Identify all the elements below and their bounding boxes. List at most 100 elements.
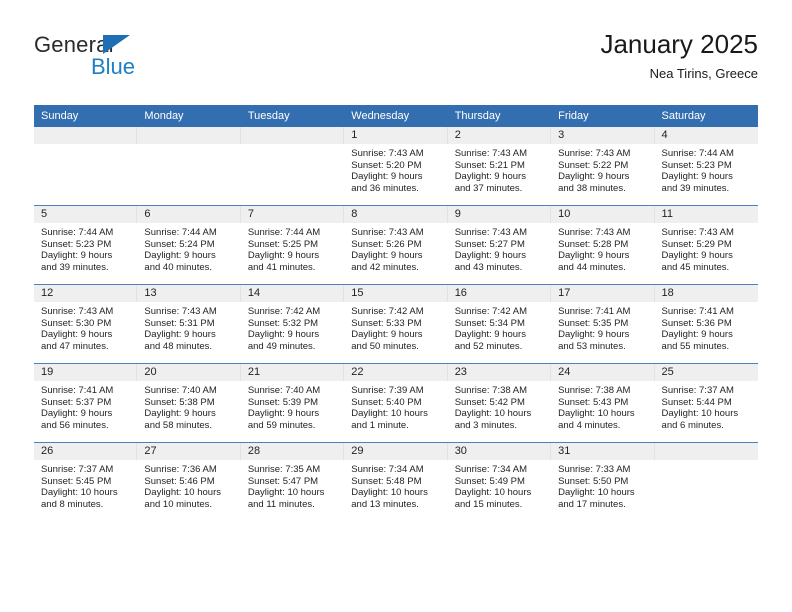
daylight-duration-line2: and 47 minutes. <box>41 340 109 352</box>
calendar-day-cell[interactable]: 25 Sunrise: 7:37 AM Sunset: 5:44 PM Dayligh… <box>654 363 758 443</box>
daylight-duration-line2: and 40 minutes. <box>144 261 213 273</box>
calendar-day-cell[interactable]: 9 Sunrise: 7:43 AM Sunset: 5:27 PM Daylight… <box>447 205 552 285</box>
daylight-duration-line2: and 39 minutes. <box>661 182 730 194</box>
sunset-time: Sunset: 5:29 PM <box>661 238 732 250</box>
sunrise-time: Sunrise: 7:43 AM <box>454 227 528 238</box>
calendar-page: General Blue January 2025 Nea Tirins, Gr… <box>0 0 792 612</box>
daylight-duration-line2: and 59 minutes. <box>247 419 316 431</box>
daylight-duration-line2: and 42 minutes. <box>351 261 419 273</box>
weekday-header-monday: Monday <box>137 105 241 127</box>
calendar-day-cell[interactable]: 11 Sunrise: 7:43 AM Sunset: 5:29 PM Dayligh… <box>654 205 758 285</box>
sunset-time: Sunset: 5:43 PM <box>558 396 629 408</box>
calendar-day-cell[interactable]: 30 Sunrise: 7:34 AM Sunset: 5:49 PM Dayligh… <box>447 442 552 521</box>
calendar-day-cell[interactable]: 1 Sunrise: 7:43 AM Sunset: 5:20 PM Daylight… <box>344 127 448 206</box>
weekday-header-tuesday: Tuesday <box>240 105 345 127</box>
day-details: Sunrise: 7:43 AM Sunset: 5:29 PM Daylight:… <box>655 223 758 273</box>
calendar-day-cell[interactable]: 21 Sunrise: 7:40 AM Sunset: 5:39 PM Dayligh… <box>240 363 345 443</box>
calendar-day-cell[interactable]: 23 Sunrise: 7:38 AM Sunset: 5:42 PM Dayligh… <box>447 363 552 443</box>
page-title: January 2025 <box>600 29 758 59</box>
calendar-day-cell[interactable]: 26 Sunrise: 7:37 AM Sunset: 5:45 PM Dayligh… <box>34 442 138 521</box>
sunset-time: Sunset: 5:45 PM <box>41 475 112 487</box>
day-number: 27 <box>137 443 241 460</box>
calendar-day-cell[interactable]: 18 Sunrise: 7:41 AM Sunset: 5:36 PM Dayligh… <box>654 284 758 364</box>
daylight-duration-line2: and 41 minutes. <box>247 261 316 273</box>
daylight-duration-line2: and 13 minutes. <box>351 498 419 510</box>
daylight-duration-line2: and 52 minutes. <box>454 340 523 352</box>
day-number: 21 <box>240 364 345 381</box>
calendar-day-cell[interactable]: 15 Sunrise: 7:42 AM Sunset: 5:33 PM Dayligh… <box>344 284 448 364</box>
calendar-day-cell[interactable]: 3 Sunrise: 7:43 AM Sunset: 5:22 PM Daylight… <box>551 127 655 206</box>
calendar-week-row: 5 Sunrise: 7:44 AM Sunset: 5:23 PM Daylight… <box>34 205 758 285</box>
daylight-duration-line1: Daylight: 9 hours <box>247 250 320 262</box>
weekday-header-sunday: Sunday <box>34 105 138 127</box>
weekday-header-wednesday: Wednesday <box>344 105 448 127</box>
sunset-time: Sunset: 5:36 PM <box>661 317 732 329</box>
daylight-duration-line2: and 6 minutes. <box>661 419 724 431</box>
day-details: Sunrise: 7:38 AM Sunset: 5:42 PM Daylight:… <box>448 381 551 431</box>
day-number: 19 <box>34 364 138 381</box>
calendar-day-cell[interactable]: 7 Sunrise: 7:44 AM Sunset: 5:25 PM Daylight… <box>240 205 345 285</box>
day-number: 7 <box>240 206 345 223</box>
calendar-day-cell[interactable]: 28 Sunrise: 7:35 AM Sunset: 5:47 PM Dayligh… <box>240 442 345 521</box>
daylight-duration-line2: and 50 minutes. <box>351 340 419 352</box>
sunrise-time: Sunrise: 7:35 AM <box>247 464 321 475</box>
day-details: Sunrise: 7:38 AM Sunset: 5:43 PM Daylight:… <box>551 381 654 431</box>
calendar-day-cell[interactable]: 6 Sunrise: 7:44 AM Sunset: 5:24 PM Daylight… <box>137 205 241 285</box>
sunset-time: Sunset: 5:27 PM <box>454 238 525 250</box>
daylight-duration-line1: Daylight: 9 hours <box>558 329 630 341</box>
calendar-day-cell[interactable]: 31 Sunrise: 7:33 AM Sunset: 5:50 PM Dayligh… <box>551 442 655 521</box>
calendar-day-cell[interactable]: 12 Sunrise: 7:43 AM Sunset: 5:30 PM Dayligh… <box>34 284 138 364</box>
sunset-time: Sunset: 5:30 PM <box>41 317 112 329</box>
daylight-duration-line1: Daylight: 10 hours <box>558 487 635 499</box>
daylight-duration-line1: Daylight: 10 hours <box>454 408 532 420</box>
day-cell-content: 4 Sunrise: 7:44 AM Sunset: 5:23 PM Daylight… <box>654 127 758 205</box>
daylight-duration-line2: and 53 minutes. <box>558 340 626 352</box>
calendar-day-cell[interactable]: 4 Sunrise: 7:44 AM Sunset: 5:23 PM Daylight… <box>654 127 758 206</box>
generalblue-logo[interactable]: General Blue <box>34 32 214 90</box>
sunset-time: Sunset: 5:32 PM <box>247 317 319 329</box>
calendar-day-cell[interactable]: 24 Sunrise: 7:38 AM Sunset: 5:43 PM Dayligh… <box>551 363 655 443</box>
calendar-day-cell[interactable]: 8 Sunrise: 7:43 AM Sunset: 5:26 PM Daylight… <box>344 205 448 285</box>
calendar-day-cell[interactable]: 10 Sunrise: 7:43 AM Sunset: 5:28 PM Dayligh… <box>551 205 655 285</box>
day-details: Sunrise: 7:39 AM Sunset: 5:40 PM Daylight:… <box>344 381 447 431</box>
calendar-day-cell[interactable]: 22 Sunrise: 7:39 AM Sunset: 5:40 PM Dayligh… <box>344 363 448 443</box>
day-details: Sunrise: 7:43 AM Sunset: 5:22 PM Daylight:… <box>551 144 654 194</box>
day-cell-content: 3 Sunrise: 7:43 AM Sunset: 5:22 PM Daylight… <box>551 127 655 205</box>
sunrise-time: Sunrise: 7:40 AM <box>144 385 217 396</box>
sunset-time: Sunset: 5:25 PM <box>247 238 319 250</box>
daylight-duration-line2: and 58 minutes. <box>144 419 213 431</box>
calendar-day-cell-empty <box>240 127 345 206</box>
calendar-day-cell[interactable]: 5 Sunrise: 7:44 AM Sunset: 5:23 PM Daylight… <box>34 205 138 285</box>
day-details: Sunrise: 7:33 AM Sunset: 5:50 PM Daylight:… <box>551 460 654 510</box>
calendar-day-cell[interactable]: 2 Sunrise: 7:43 AM Sunset: 5:21 PM Daylight… <box>447 127 552 206</box>
calendar-day-cell[interactable]: 27 Sunrise: 7:36 AM Sunset: 5:46 PM Dayligh… <box>137 442 241 521</box>
daylight-duration-line1: Daylight: 9 hours <box>454 171 526 183</box>
sunrise-time: Sunrise: 7:42 AM <box>454 306 528 317</box>
calendar-day-cell[interactable]: 17 Sunrise: 7:41 AM Sunset: 5:35 PM Dayligh… <box>551 284 655 364</box>
calendar-day-cell[interactable]: 20 Sunrise: 7:40 AM Sunset: 5:38 PM Dayligh… <box>137 363 241 443</box>
sunrise-time: Sunrise: 7:42 AM <box>351 306 424 317</box>
day-cell-content: 22 Sunrise: 7:39 AM Sunset: 5:40 PM Dayligh… <box>344 364 448 442</box>
calendar-day-cell[interactable]: 29 Sunrise: 7:34 AM Sunset: 5:48 PM Dayligh… <box>344 442 448 521</box>
day-cell-content: 14 Sunrise: 7:42 AM Sunset: 5:32 PM Dayligh… <box>240 285 345 363</box>
calendar-day-cell-empty <box>137 127 241 206</box>
calendar-day-cell[interactable]: 14 Sunrise: 7:42 AM Sunset: 5:32 PM Dayligh… <box>240 284 345 364</box>
sunrise-time: Sunrise: 7:34 AM <box>351 464 424 475</box>
title-block: January 2025 Nea Tirins, Greece <box>600 28 758 82</box>
daylight-duration-line1: Daylight: 9 hours <box>661 329 733 341</box>
daylight-duration-line1: Daylight: 10 hours <box>351 408 428 420</box>
calendar-week-row: 19 Sunrise: 7:41 AM Sunset: 5:37 PM Dayligh… <box>34 363 758 443</box>
daylight-duration-line1: Daylight: 9 hours <box>661 171 733 183</box>
daylight-duration-line2: and 55 minutes. <box>661 340 730 352</box>
sunset-time: Sunset: 5:47 PM <box>247 475 319 487</box>
day-cell-content <box>654 443 758 521</box>
day-details: Sunrise: 7:43 AM Sunset: 5:26 PM Daylight:… <box>344 223 447 273</box>
day-number <box>137 127 241 144</box>
calendar-day-cell[interactable]: 13 Sunrise: 7:43 AM Sunset: 5:31 PM Dayligh… <box>137 284 241 364</box>
daylight-duration-line1: Daylight: 10 hours <box>558 408 635 420</box>
daylight-duration-line1: Daylight: 10 hours <box>454 487 532 499</box>
calendar-day-cell[interactable]: 19 Sunrise: 7:41 AM Sunset: 5:37 PM Dayligh… <box>34 363 138 443</box>
day-number: 17 <box>551 285 655 302</box>
calendar-day-cell[interactable]: 16 Sunrise: 7:42 AM Sunset: 5:34 PM Dayligh… <box>447 284 552 364</box>
sunset-time: Sunset: 5:50 PM <box>558 475 629 487</box>
